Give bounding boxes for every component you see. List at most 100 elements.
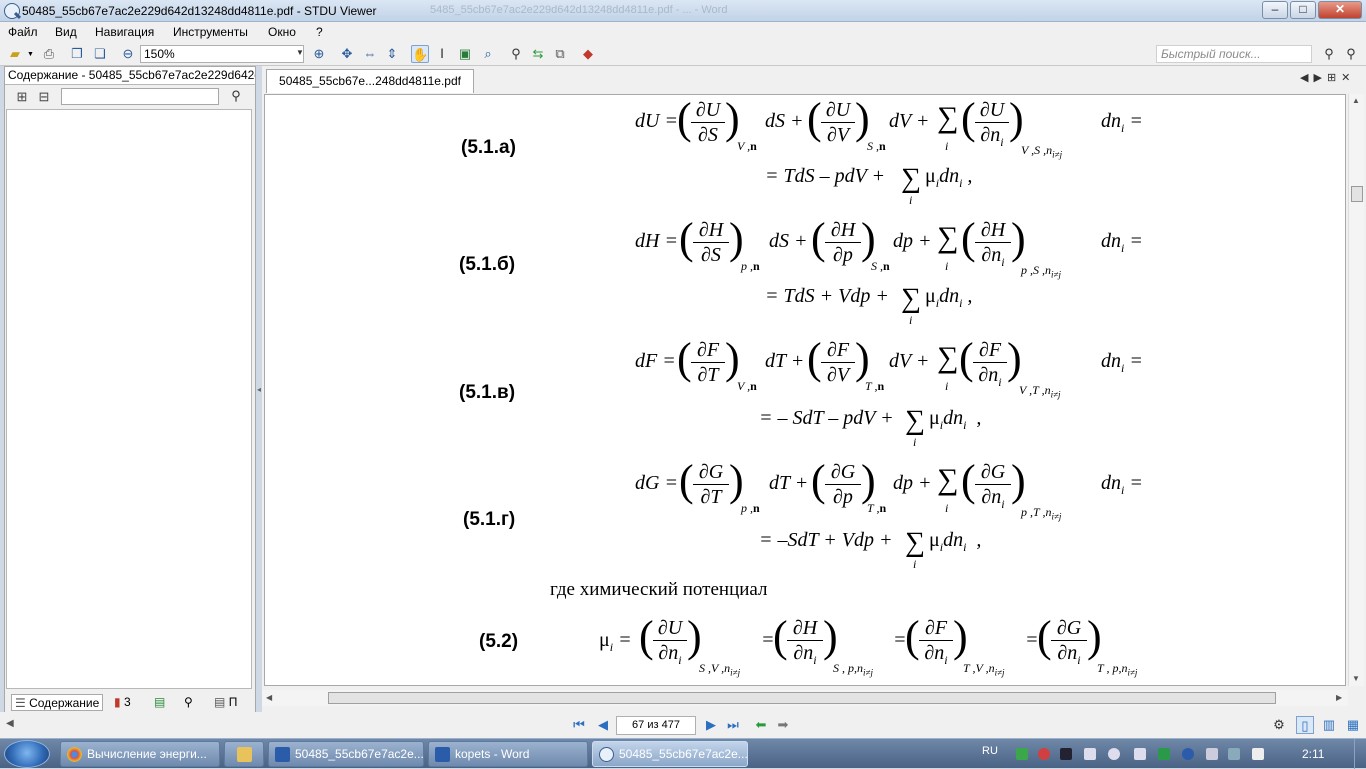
forward-icon[interactable]: ➡ — [774, 716, 792, 734]
document-tab[interactable]: 50485_55cb67e...248dd4811e.pdf — [266, 69, 474, 93]
panel-toggle-icon[interactable]: ◀ — [6, 718, 14, 729]
single-page-icon[interactable]: ❐ — [68, 45, 86, 63]
scroll-left-icon[interactable]: ◀ — [266, 693, 272, 702]
word-icon — [435, 747, 450, 762]
clock[interactable]: 2:11 — [1302, 747, 1324, 761]
two-page-icon[interactable]: ❏ — [91, 45, 109, 63]
first-page-icon[interactable]: ⏮ — [570, 716, 588, 734]
tab-contents[interactable]: ☰ Содержание — [11, 694, 104, 711]
fit-page-icon[interactable]: ✥ — [338, 45, 356, 63]
single-page-view-icon[interactable]: ▯ — [1296, 716, 1314, 734]
magnifier-icon[interactable]: ⌕ — [479, 45, 497, 63]
taskbar-item[interactable] — [224, 741, 264, 767]
zoom-dropdown-icon[interactable]: ▼ — [296, 48, 304, 57]
tray-network-status-icon[interactable] — [1228, 748, 1240, 760]
search-binoculars-icon[interactable]: ⚲ — [1320, 45, 1338, 63]
tray-lock-icon[interactable] — [1206, 748, 1218, 760]
tab-list-icon[interactable]: ⊞ — [1327, 72, 1341, 84]
next-tab-icon[interactable]: ▶ — [1313, 72, 1326, 84]
hand-tool-icon[interactable]: ✋ — [411, 45, 429, 63]
menu-window[interactable]: Окно — [268, 25, 296, 39]
close-tab-icon[interactable]: ✕ — [1341, 72, 1355, 84]
two-page-view-icon[interactable]: ▥ — [1320, 716, 1338, 734]
horizontal-scroll-thumb[interactable] — [328, 692, 1276, 704]
horizontal-scrollbar[interactable]: ◀ ▶ — [262, 690, 1348, 706]
taskbar-item[interactable]: 50485_55cb67e7ac2e... — [268, 741, 424, 767]
page-navigation-bar: ◀ ⏮ ◀ 67 из 477 ▶ ⏭ ⬅ ➡ ⚙ ▯ ▥ ▦ — [0, 712, 1366, 738]
maximize-button[interactable]: □ — [1290, 1, 1316, 19]
taskbar-item[interactable]: 50485_55cb67e7ac2e... — [592, 741, 748, 767]
minimize-button[interactable]: – — [1262, 1, 1288, 19]
expand-all-icon[interactable]: ⊞ — [13, 88, 31, 106]
bookmark-icon[interactable]: ◆ — [579, 45, 597, 63]
image-select-icon[interactable]: ▣ — [456, 45, 474, 63]
sync-icon[interactable]: ⇆ — [529, 45, 547, 63]
grid-view-icon[interactable]: ▦ — [1344, 716, 1362, 734]
menu-tools[interactable]: Инструменты — [173, 25, 248, 39]
windows-taskbar: Вычисление энерги... 50485_55cb67e7ac2e.… — [0, 738, 1366, 769]
zoom-out-icon[interactable]: ⊖ — [119, 45, 137, 63]
language-indicator[interactable]: RU — [982, 745, 998, 757]
text-select-icon[interactable]: Ⅰ — [433, 45, 451, 63]
collapse-all-icon[interactable]: ⊟ — [35, 88, 53, 106]
tab-thumbnails[interactable]: ▤ — [151, 694, 168, 711]
splitter-arrow-icon[interactable]: ◂ — [257, 385, 261, 394]
zoom-in-icon[interactable]: ⊕ — [310, 45, 328, 63]
last-page-icon[interactable]: ⏭ — [724, 716, 742, 734]
menu-help[interactable]: ? — [316, 25, 323, 39]
quick-search-input[interactable]: Быстрый поиск... — [1156, 45, 1312, 63]
taskbar-item[interactable]: Вычисление энерги... — [60, 741, 220, 767]
view-settings-icon[interactable]: ⚙ — [1270, 716, 1288, 734]
scroll-right-icon[interactable]: ▶ — [1336, 693, 1342, 702]
tray-volume-icon[interactable] — [1108, 748, 1120, 760]
scroll-down-icon[interactable]: ▼ — [1352, 674, 1360, 683]
contents-filter-input[interactable] — [61, 88, 219, 105]
tray-device-icon[interactable] — [1134, 748, 1146, 760]
menu-view[interactable]: Вид — [55, 25, 77, 39]
taskbar-item[interactable]: kopets - Word — [428, 741, 588, 767]
find-icon[interactable]: ⚲ — [507, 45, 525, 63]
prev-tab-icon[interactable]: ◀ — [1300, 72, 1313, 84]
tray-shield-icon[interactable] — [1158, 748, 1170, 760]
contents-tree[interactable] — [6, 109, 252, 689]
back-icon[interactable]: ⬅ — [752, 716, 770, 734]
page-number-field[interactable]: 67 из 477 — [616, 716, 696, 735]
next-page-icon[interactable]: ▶ — [702, 716, 720, 734]
equation-5-1-v-line2: = – SdT – pdV + ∑ i μidni , — [759, 405, 982, 449]
tab-notes[interactable]: ▤ П — [211, 694, 240, 711]
vertical-scroll-thumb[interactable] — [1351, 186, 1363, 202]
document-pane: 50485_55cb67e...248dd4811e.pdf ◀▶⊞✕ (5.1… — [262, 66, 1366, 712]
equation-rhs: = – SdT – pdV + — [759, 407, 894, 429]
open-dropdown-icon[interactable]: ▼ — [27, 51, 34, 58]
tray-network-icon[interactable] — [1016, 748, 1028, 760]
tab-bookmarks[interactable]: ▮ 3 — [111, 694, 134, 711]
scroll-up-icon[interactable]: ▲ — [1352, 96, 1360, 105]
pdf-page[interactable]: (5.1.а) dU = ( ∂U ∂S ) V ,n dS + ( ∂U ∂V )… — [264, 94, 1346, 686]
tray-bluetooth-icon[interactable] — [1182, 748, 1194, 760]
tab-search[interactable]: ⚲ — [181, 694, 196, 711]
tray-flag-icon[interactable] — [1252, 748, 1264, 760]
taskbar-item-label: kopets - Word — [455, 747, 530, 761]
print-icon[interactable]: ⎙ — [40, 45, 58, 63]
copy-icon[interactable]: ⧉ — [551, 45, 569, 63]
equation-5-1-g-line2: = –SdT + Vdp + ∑ i μidni , — [759, 527, 982, 571]
fit-width-icon[interactable]: ⇔ — [361, 45, 379, 63]
tray-monitor-icon[interactable] — [1060, 748, 1072, 760]
zoom-select[interactable]: 150% — [140, 45, 304, 63]
search-options-icon[interactable]: ⚲ — [1342, 45, 1360, 63]
start-button[interactable] — [4, 740, 50, 768]
open-folder-icon[interactable]: ▰ — [6, 45, 24, 63]
close-button[interactable]: ✕ — [1318, 1, 1362, 19]
tray-app-icon[interactable] — [1084, 748, 1096, 760]
contents-search-icon[interactable]: ⚲ — [227, 87, 245, 105]
stdu-app-icon[interactable] — [4, 3, 20, 19]
previous-page-icon[interactable]: ◀ — [594, 716, 612, 734]
fit-height-icon[interactable]: ⇕ — [383, 45, 401, 63]
tray-antivirus-icon[interactable] — [1038, 748, 1050, 760]
menu-navigation[interactable]: Навигация — [95, 25, 154, 39]
vertical-scrollbar[interactable]: ▲ ▼ — [1348, 94, 1364, 686]
equation-5-1-a-line2: = TdS – pdV + ∑ i μidni , — [765, 163, 973, 207]
menu-file[interactable]: Файл — [8, 25, 38, 39]
bookmarks-icon: ▮ — [114, 695, 121, 709]
show-desktop-button[interactable] — [1354, 739, 1366, 769]
